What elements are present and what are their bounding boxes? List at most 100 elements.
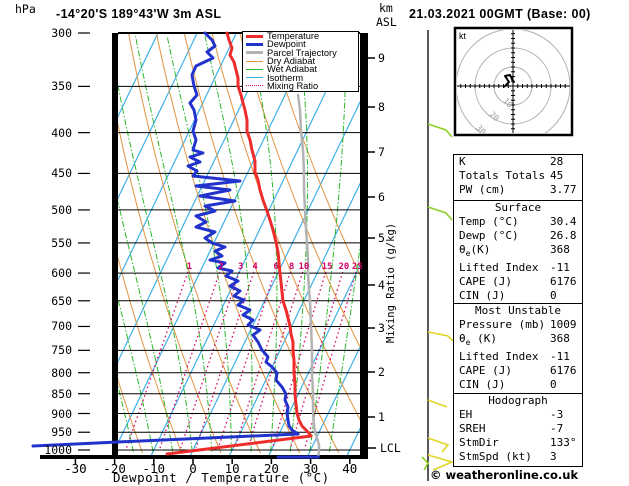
row-label: StmDir [459,436,499,449]
row-label: K [459,155,466,168]
table-hodograph: Hodograph EH -3 SREH -7 StmDir 133° StmSpd (kt)… [453,393,583,467]
plot-frame [40,32,376,464]
pressure-label-400: 400 [51,125,72,140]
mixing-ratio-label-4: 4 [252,262,258,272]
pressure-unit-label: hPa [15,2,36,16]
row-label: Totals Totals [459,169,546,182]
row-label: StmSpd (kt) [459,450,532,463]
table-row: K 28 [454,155,582,169]
hodograph-plot: 102030 [453,26,574,137]
table-row: EH -3 [454,408,582,422]
legend-swatch [246,85,263,87]
table-row: CIN (J) 0 [454,378,582,392]
x-axis-label: Dewpoint / Temperature (°C) [113,470,330,485]
copyright: © weatheronline.co.uk [430,468,579,482]
row-label: Lifted Index [459,350,539,364]
temp-tick-label: 40 [342,461,358,476]
pressure-label-1000: 1000 [44,442,72,457]
temp-tick-label: -30 [64,461,87,476]
table-row: θe(K) 368 [454,243,582,261]
pressure-label-550: 550 [51,235,72,250]
table-surface: Surface Temp (°C) 30.4 Dewp (°C) 26.8 θe(K) 36… [453,200,583,304]
km-label-3: 3 [378,321,385,335]
pressure-label-750: 750 [51,343,72,358]
pressure-label-700: 700 [51,319,72,334]
run-date-title: 21.03.2021 00GMT (Base: 00) [409,7,591,21]
pressure-label-850: 850 [51,386,72,401]
mixing-ratio-label-10: 10 [298,262,310,272]
station-title: -14°20'S 189°43'W 3m ASL [56,7,222,21]
table-row: Lifted Index -11 [454,350,582,364]
pressure-label-350: 350 [51,79,72,94]
pressure-label-600: 600 [51,266,72,281]
row-label: Lifted Index [459,261,539,275]
row-value: 26.8 [550,229,577,242]
legend-swatch [246,42,263,46]
row-value: 45 [550,169,564,182]
pressure-label-300: 300 [51,26,72,40]
legend-swatch [246,51,263,55]
row-value: 6176 [550,364,577,378]
pressure-label-450: 450 [51,166,72,181]
row-value: -11 [550,350,570,364]
skewt-sounding-app: 10 20 30 -14°20'S 189°43'W 3m ASL 21.03.20… [0,0,629,486]
legend-swatch [246,60,263,62]
row-label: CIN (J) [459,289,506,303]
table-header-surface: Surface [494,201,542,214]
pressure-label-950: 950 [51,425,72,440]
row-label: CAPE (J) [459,364,512,378]
mixing-ratio-label-2: 2 [218,262,224,272]
table-row: Temp (°C) 30.4 [454,215,582,229]
table-row: θe (K) 368 [454,332,582,350]
row-label: SREH [459,422,486,435]
km-label-1: 1 [378,410,385,424]
pressure-label-500: 500 [51,202,72,217]
row-value: -3 [550,408,564,421]
legend-swatch [246,77,263,79]
row-value: 133° [550,436,577,449]
legend-swatch [246,34,263,38]
row-value: 28 [550,155,564,168]
table-indices: K 28 Totals Totals 45 PW (cm) 3.77 [453,154,583,202]
km-axis-unit: km [379,1,393,15]
row-label: Temp (°C) [459,215,519,228]
mixing-ratio-axis-label: Mixing Ratio (g/kg) [385,222,397,343]
row-label: θe(K) [459,243,491,259]
row-value: -7 [550,422,564,435]
table-row: StmSpd (kt) 3 [454,450,582,464]
table-row: Totals Totals 45 [454,169,582,183]
row-value: 3 [550,450,557,463]
row-value: 0 [550,378,557,392]
km-label-8: 8 [378,100,385,114]
legend-swatch [246,68,263,70]
table-row: Dewp (°C) 26.8 [454,229,582,243]
row-value: -11 [550,261,570,275]
table-header-most-unstable: Most Unstable [474,304,562,317]
km-label-4: 4 [378,278,385,292]
asl-axis-unit: ASL [376,15,397,29]
mixing-ratio-label-15: 15 [321,262,333,272]
mixing-ratio-label-25: 25 [351,262,363,272]
km-label-9: 9 [378,51,385,65]
km-label-6: 6 [378,190,385,204]
km-label-7: 7 [378,145,385,159]
row-label: θe (K) [459,332,497,348]
table-row: CAPE (J) 6176 [454,275,582,289]
wind-barb-column [421,30,455,481]
table-row: SREH -7 [454,422,582,436]
row-value: 6176 [550,275,577,289]
row-value: 368 [550,243,570,256]
row-value: 1009 [550,318,577,331]
row-value: 30.4 [550,215,577,228]
row-label: PW (cm) [459,183,506,196]
mixing-ratio-label-1: 1 [186,262,193,272]
pressure-label-650: 650 [51,293,72,308]
row-label: Dewp (°C) [459,229,519,242]
table-row: PW (cm) 3.77 [454,183,582,197]
row-label: EH [459,408,473,421]
legend: Temperature Dewpoint Parcel Trajectory Dry … [242,31,359,92]
lcl-label: LCL [380,441,401,455]
row-label: Pressure (mb) [459,318,546,331]
table-row: StmDir 133° [454,436,582,450]
table-most-unstable: Most Unstable Pressure (mb) 1009 θe (K) 368 L… [453,303,583,394]
